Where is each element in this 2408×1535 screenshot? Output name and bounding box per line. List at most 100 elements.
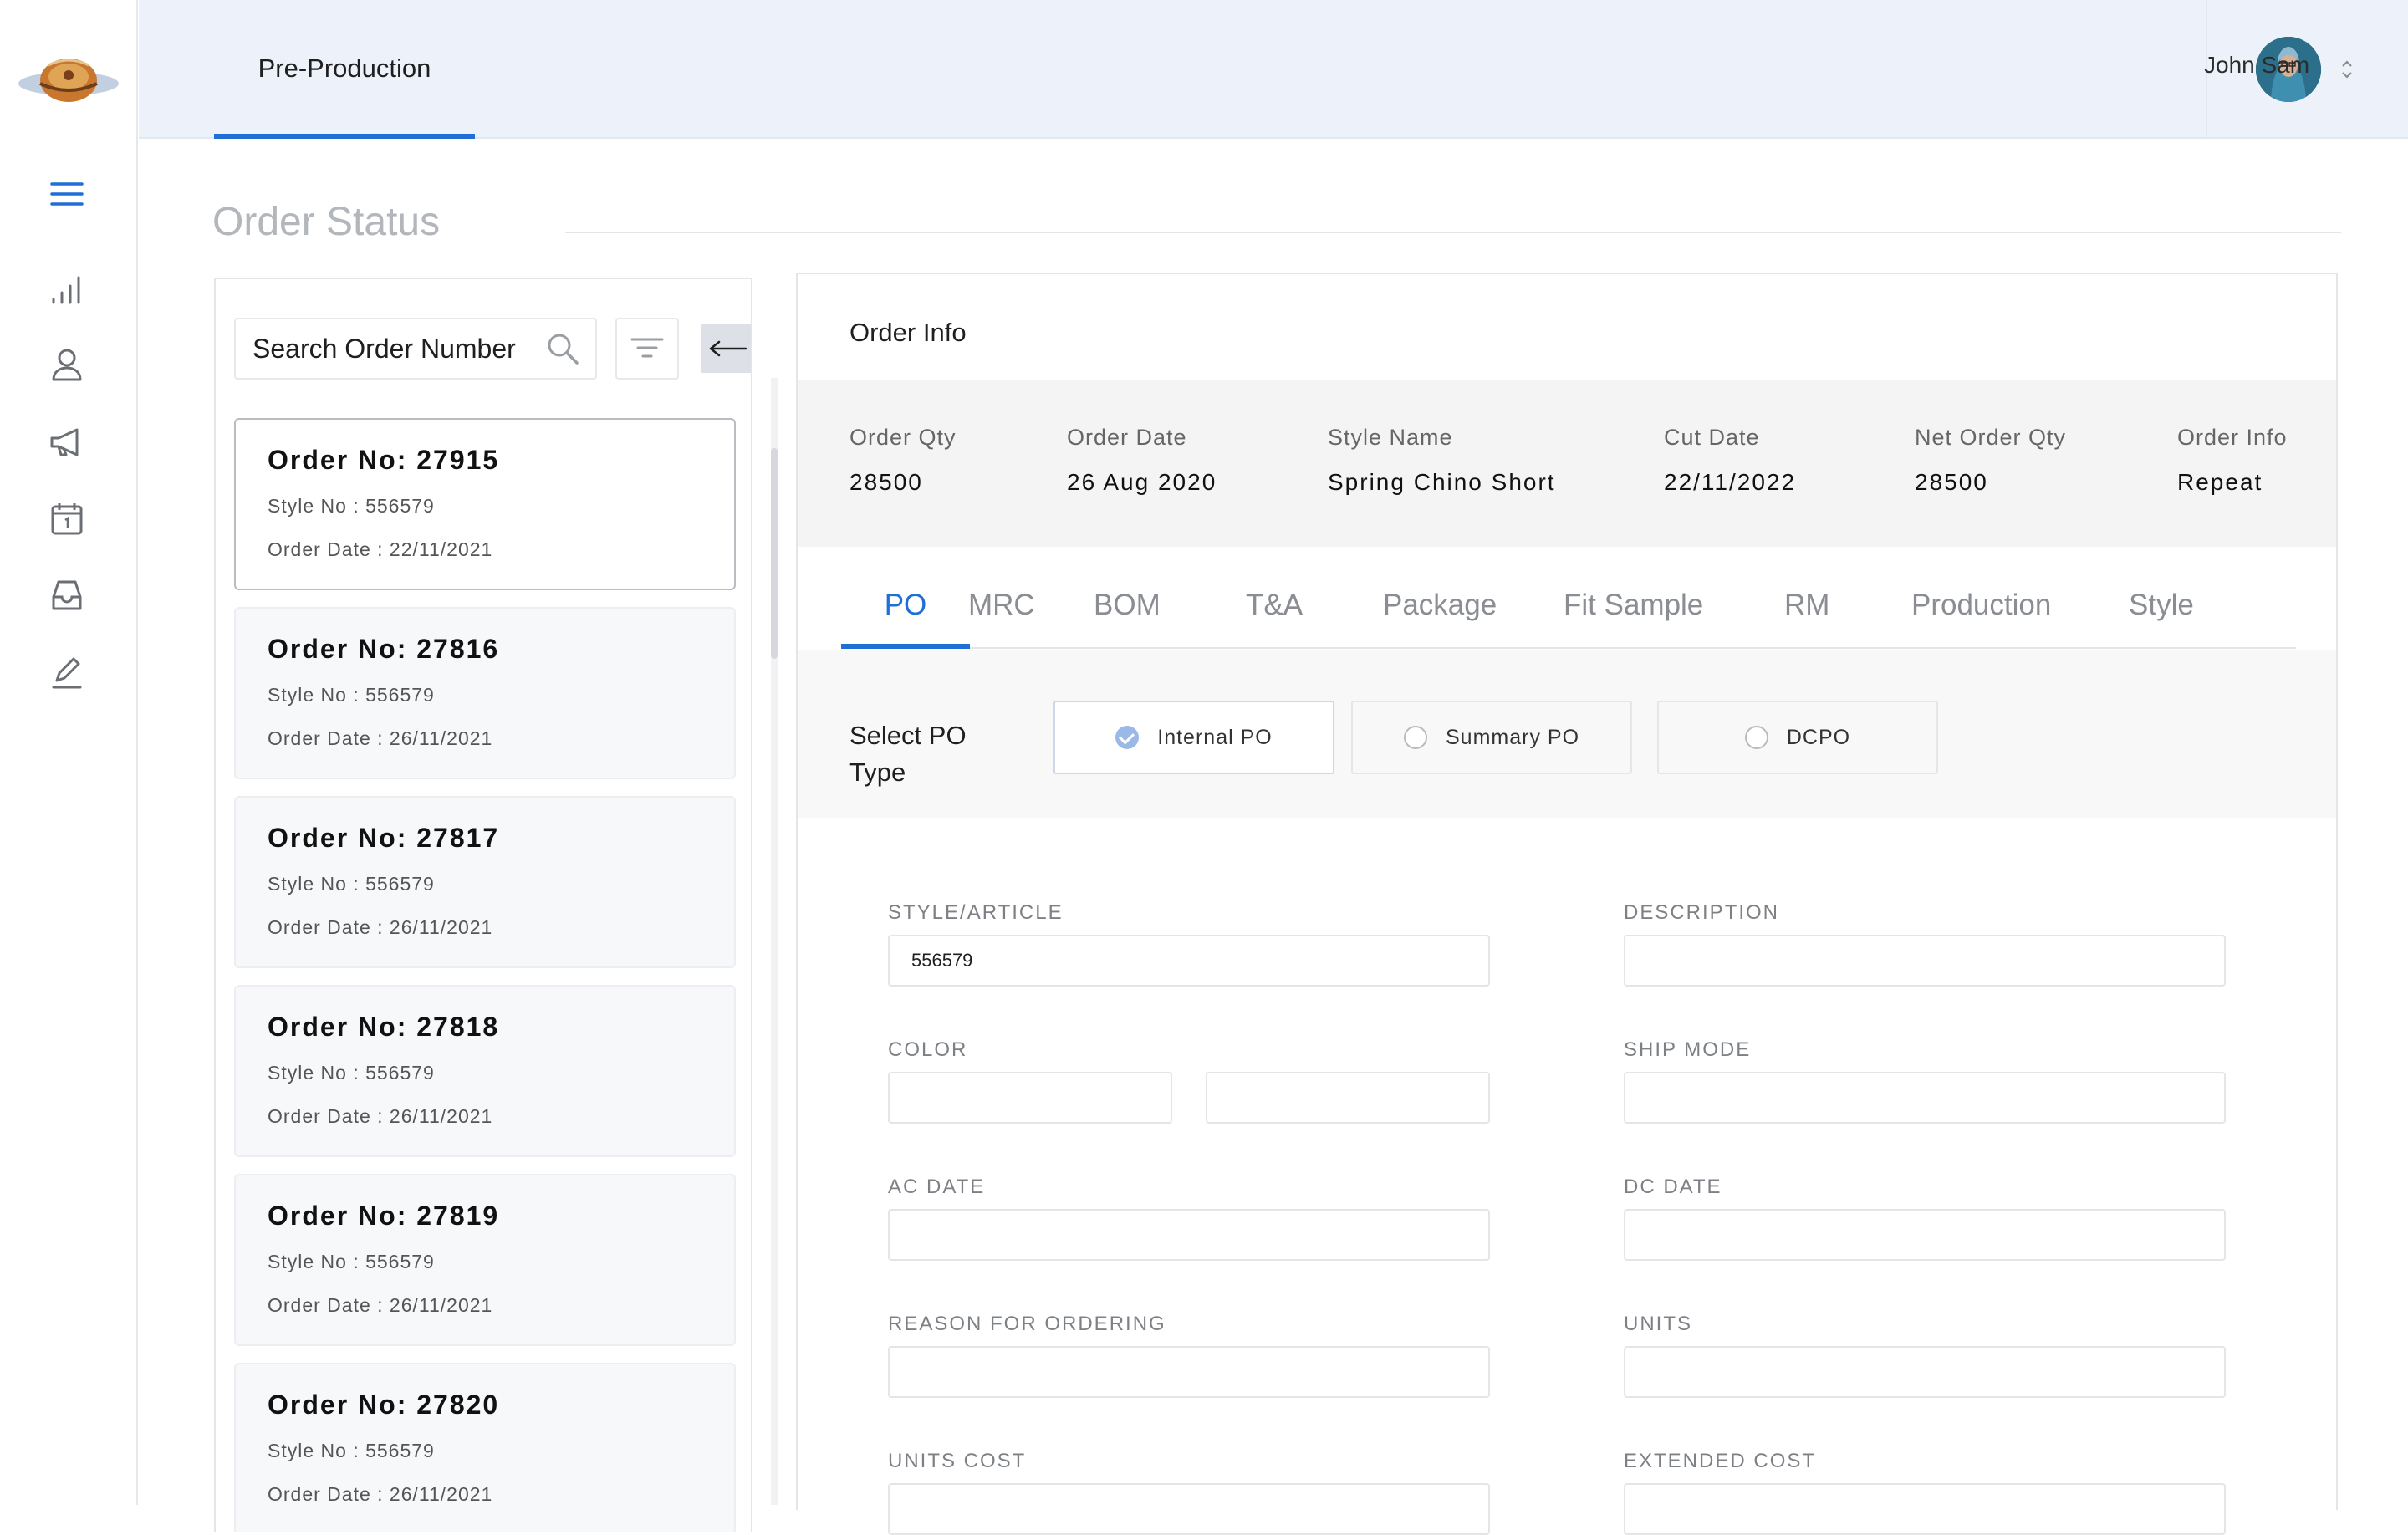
order-card[interactable]: Order No: 27820 Style No : 556579 Order … <box>234 1363 736 1532</box>
megaphone-icon[interactable] <box>43 418 90 465</box>
units-cost-input[interactable] <box>888 1483 1490 1535</box>
search-box <box>234 318 597 380</box>
style-article-input[interactable] <box>888 935 1490 987</box>
tab-mrc[interactable]: MRC <box>968 589 1035 649</box>
order-date: Order Date : 26/11/2021 <box>268 1294 493 1316</box>
filter-icon <box>630 338 664 358</box>
ac-date-input[interactable] <box>888 1209 1490 1261</box>
order-style-no: Style No : 556579 <box>268 495 435 517</box>
order-date: Order Date : 22/11/2021 <box>268 538 493 560</box>
style-article-label: STYLE/ARTICLE <box>888 901 1064 924</box>
chart-icon[interactable] <box>43 266 90 313</box>
reason-input[interactable] <box>888 1346 1490 1398</box>
filter-button[interactable] <box>615 318 679 380</box>
order-summary: Order Qty 28500 Order Date 26 Aug 2020 S… <box>798 380 2336 547</box>
ac-date-label: AC DATE <box>888 1175 986 1198</box>
radio-icon[interactable] <box>1744 726 1768 749</box>
summary-label: Net Order Qty <box>1915 425 2067 450</box>
tab-pre-production[interactable]: Pre-Production <box>214 0 475 139</box>
summary-order-info: Order Info Repeat <box>2177 425 2288 496</box>
order-date: Order Date : 26/11/2021 <box>268 727 493 749</box>
order-style-no: Style No : 556579 <box>268 873 435 895</box>
reason-label: REASON FOR ORDERING <box>888 1313 1166 1335</box>
tab-ta[interactable]: T&A <box>1246 589 1303 649</box>
order-date: Order Date : 26/11/2021 <box>268 1105 493 1127</box>
title-divider <box>565 232 2341 233</box>
po-option-summary[interactable]: Summary PO <box>1351 701 1632 774</box>
po-option-internal[interactable]: Internal PO <box>1054 701 1334 774</box>
order-date: Order Date : 26/11/2021 <box>268 1483 493 1505</box>
order-number: Order No: 27816 <box>268 634 500 664</box>
order-style-no: Style No : 556579 <box>268 1440 435 1461</box>
ship-mode-label: SHIP MODE <box>1624 1038 1752 1061</box>
summary-label: Cut Date <box>1664 425 1760 450</box>
page-title: Order Status <box>212 200 441 244</box>
calendar-icon[interactable] <box>43 495 90 542</box>
tab-rm[interactable]: RM <box>1784 589 1829 649</box>
active-tab-indicator <box>841 644 970 649</box>
ship-mode-input[interactable] <box>1624 1072 2226 1124</box>
order-style-no: Style No : 556579 <box>268 684 435 706</box>
search-icon[interactable] <box>545 331 580 366</box>
order-card[interactable]: Order No: 27817 Style No : 556579 Order … <box>234 796 736 968</box>
po-option-dcpo[interactable]: DCPO <box>1657 701 1938 774</box>
order-info-title: Order Info <box>849 318 967 347</box>
tab-package[interactable]: Package <box>1383 589 1497 649</box>
chevron-updown-icon[interactable] <box>2338 55 2356 84</box>
units-label: UNITS <box>1624 1313 1692 1335</box>
po-option-label: DCPO <box>1786 725 1851 749</box>
top-bar: Pre-Production <box>139 0 2408 139</box>
order-info-panel: Order Info Order Qty 28500 Order Date 26… <box>796 273 2338 1535</box>
order-number: Order No: 27818 <box>268 1012 500 1042</box>
tab-bom[interactable]: BOM <box>1094 589 1161 649</box>
order-number: Order No: 27915 <box>268 445 500 475</box>
user-icon[interactable] <box>43 341 90 388</box>
order-card[interactable]: Order No: 27818 Style No : 556579 Order … <box>234 985 736 1157</box>
edit-icon[interactable] <box>43 649 90 696</box>
scrollbar-thumb[interactable] <box>771 448 778 659</box>
inbox-icon[interactable] <box>43 572 90 619</box>
tab-po[interactable]: PO <box>841 589 970 649</box>
tab-style[interactable]: Style <box>2129 589 2194 649</box>
order-number: Order No: 27820 <box>268 1390 500 1420</box>
order-tabs: PO MRC BOM T&A Package Fit Sample RM Pro… <box>841 589 2296 649</box>
menu-icon[interactable] <box>43 171 90 217</box>
order-number: Order No: 27819 <box>268 1201 500 1231</box>
summary-cut-date: Cut Date 22/11/2022 <box>1664 425 1796 496</box>
order-style-no: Style No : 556579 <box>268 1062 435 1084</box>
tab-production[interactable]: Production <box>1911 589 2051 649</box>
color-input-2[interactable] <box>1206 1072 1490 1124</box>
summary-style-name: Style Name Spring Chino Short <box>1328 425 1556 496</box>
units-input[interactable] <box>1624 1346 2226 1398</box>
radio-checked-icon[interactable] <box>1115 726 1140 749</box>
arrow-left-icon <box>709 340 747 357</box>
order-style-no: Style No : 556579 <box>268 1251 435 1272</box>
order-date: Order Date : 26/11/2021 <box>268 916 493 938</box>
company-logo[interactable] <box>15 47 122 114</box>
dc-date-input[interactable] <box>1624 1209 2226 1261</box>
summary-value: 28500 <box>1915 469 1988 495</box>
summary-label: Style Name <box>1328 425 1453 450</box>
summary-value: 28500 <box>849 469 923 495</box>
color-input-1[interactable] <box>888 1072 1172 1124</box>
order-card[interactable]: Order No: 27816 Style No : 556579 Order … <box>234 607 736 779</box>
search-input[interactable] <box>253 319 537 378</box>
summary-label: Order Date <box>1067 425 1187 450</box>
summary-value: 26 Aug 2020 <box>1067 469 1217 495</box>
radio-icon[interactable] <box>1403 726 1427 749</box>
summary-label: Order Info <box>2177 425 2288 450</box>
tab-fit-sample[interactable]: Fit Sample <box>1564 589 1703 649</box>
sidebar <box>0 0 138 1505</box>
order-card[interactable]: Order No: 27819 Style No : 556579 Order … <box>234 1174 736 1346</box>
description-input[interactable] <box>1624 935 2226 987</box>
user-name[interactable]: John Sam <box>2204 52 2309 79</box>
description-label: DESCRIPTION <box>1624 901 1780 924</box>
order-card[interactable]: Order No: 27915 Style No : 556579 Order … <box>234 418 736 590</box>
summary-value: 22/11/2022 <box>1664 469 1797 495</box>
extended-cost-input[interactable] <box>1624 1483 2226 1535</box>
collapse-button[interactable] <box>701 324 751 373</box>
po-option-label: Summary PO <box>1445 725 1580 749</box>
order-list-panel: Order No: 27915 Style No : 556579 Order … <box>214 278 752 1532</box>
summary-value: Repeat <box>2177 469 2263 495</box>
extended-cost-label: EXTENDED COST <box>1624 1450 1817 1472</box>
